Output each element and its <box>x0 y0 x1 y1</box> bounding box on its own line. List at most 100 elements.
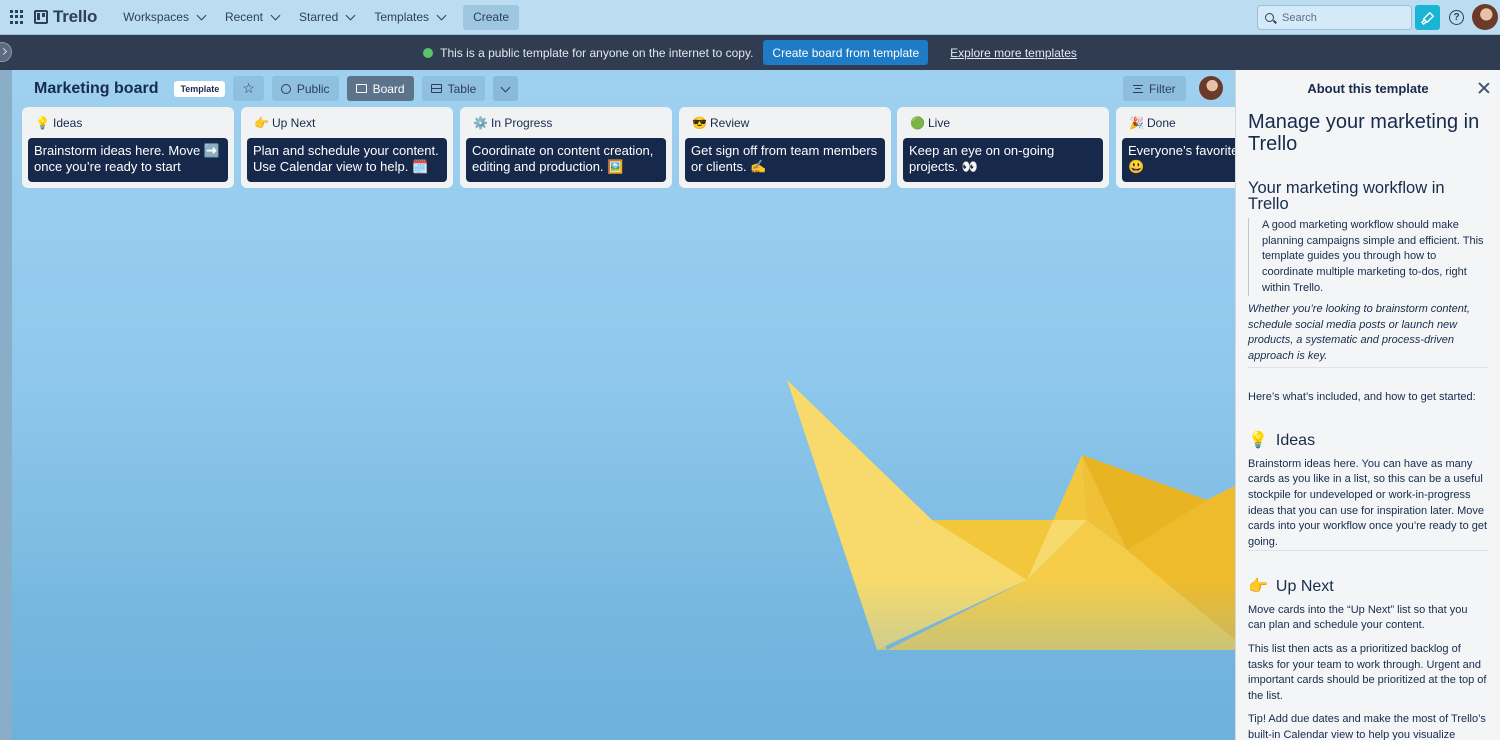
green-circle-icon: 🟢 <box>910 116 925 130</box>
section-upnext-title: Up Next <box>1275 578 1334 596</box>
nav-starred[interactable]: Starred <box>289 4 364 30</box>
more-views-button[interactable] <box>493 76 519 101</box>
list-title[interactable]: In Progress <box>491 116 552 130</box>
panel-title: Manage your marketing in Trello <box>1248 111 1480 155</box>
chevron-down-icon <box>270 10 281 20</box>
section-ideas-title: Ideas <box>1275 432 1316 450</box>
list-title[interactable]: Done <box>1147 116 1176 130</box>
list-header: ⚙️ In Progress <box>466 113 666 133</box>
about-template-panel: About this template Manage your marketin… <box>1235 70 1500 740</box>
search-input[interactable]: Search <box>1257 5 1412 30</box>
list-title[interactable]: Review <box>710 116 749 130</box>
filter-icon <box>1133 84 1143 93</box>
help-icon[interactable]: ? <box>1449 10 1464 25</box>
party-popper-icon: 🎉 <box>1129 116 1144 130</box>
view-table-label: Table <box>447 81 477 96</box>
logo-text: Trello <box>53 7 98 26</box>
globe-icon <box>280 83 291 94</box>
panel-body: Manage your marketing in Trello Your mar… <box>1236 111 1500 740</box>
list-review[interactable]: 😎 Review Get sign off from team members o… <box>679 107 891 188</box>
list-header: 😎 Review <box>685 113 885 133</box>
megaphone-icon <box>1420 11 1434 25</box>
panel-header: About this template <box>1236 70 1500 107</box>
card[interactable]: Plan and schedule your content. Use Cale… <box>247 138 447 182</box>
create-from-template-button[interactable]: Create board from template <box>763 40 929 65</box>
panel-intro: Here’s what’s included, and how to get s… <box>1248 390 1476 403</box>
list-done[interactable]: 🎉 Done Everyone’s favorite 😃 <box>1116 107 1252 188</box>
template-banner: This is a public template for anyone on … <box>0 35 1500 70</box>
sunglasses-icon: 😎 <box>692 116 707 130</box>
list-header: 💡 Ideas <box>28 113 228 133</box>
filter-button[interactable]: Filter <box>1123 76 1186 101</box>
list-up-next[interactable]: 👉 Up Next Plan and schedule your content.… <box>241 107 453 188</box>
list-ideas[interactable]: 💡 Ideas Brainstorm ideas here. Move ➡️ on… <box>22 107 234 188</box>
filter-label: Filter <box>1149 81 1176 96</box>
search-icon <box>1265 13 1274 22</box>
list-title[interactable]: Ideas <box>53 116 82 130</box>
pointing-hand-icon: 👉 <box>1248 578 1268 596</box>
chevron-down-icon <box>345 10 356 20</box>
search-placeholder: Search <box>1282 11 1317 24</box>
list-header: 🟢 Live <box>903 113 1103 133</box>
trello-logo-icon <box>34 10 48 24</box>
list-header: 👉 Up Next <box>247 113 447 133</box>
board-icon <box>355 84 367 93</box>
card[interactable]: Get sign off from team members or client… <box>685 138 885 182</box>
panel-quote: A good marketing workflow should make pl… <box>1248 218 1488 297</box>
section-upnext-heading: 👉 Up Next <box>1248 579 1488 595</box>
list-in-progress[interactable]: ⚙️ In Progress Coordinate on content crea… <box>460 107 672 188</box>
view-board-label: Board <box>372 81 405 96</box>
section-upnext-text: Move cards into the “Up Next” list so th… <box>1248 603 1468 632</box>
avatar[interactable] <box>1472 4 1498 30</box>
panel-subtitle: Your marketing workflow in Trello <box>1248 179 1445 213</box>
gear-icon: ⚙️ <box>473 116 488 130</box>
lightbulb-icon: 💡 <box>1248 432 1268 450</box>
nav-workspaces-label: Workspaces <box>123 10 189 24</box>
nav-templates-label: Templates <box>374 10 430 24</box>
section-ideas-text: Brainstorm ideas here. You can have as m… <box>1248 457 1488 552</box>
section-ideas-heading: 💡 Ideas <box>1248 433 1488 449</box>
paper-boat-image <box>787 380 1235 650</box>
panel-italic-text: Whether you’re looking to brainstorm con… <box>1248 302 1488 368</box>
nav-templates[interactable]: Templates <box>364 4 455 30</box>
visibility-button[interactable]: Public <box>271 76 339 101</box>
list-header: 🎉 Done <box>1122 113 1229 133</box>
member-avatar[interactable] <box>1199 76 1223 100</box>
notifications-button[interactable] <box>1415 5 1440 30</box>
card[interactable]: Keep an eye on on-going projects. 👀 <box>903 138 1103 182</box>
card[interactable]: Everyone’s favorite 😃 <box>1122 138 1252 182</box>
close-icon[interactable] <box>1478 82 1490 94</box>
explore-templates-link[interactable]: Explore more templates <box>950 46 1077 60</box>
trello-logo[interactable]: Trello <box>34 7 97 27</box>
card[interactable]: Brainstorm ideas here. Move ➡️ once you’… <box>28 138 228 182</box>
pointing-hand-icon: 👉 <box>254 116 269 130</box>
nav-workspaces[interactable]: Workspaces <box>113 4 215 30</box>
nav-starred-label: Starred <box>299 10 339 24</box>
template-badge: Template <box>174 80 226 97</box>
banner-text: This is a public template for anyone on … <box>440 45 754 60</box>
list-title[interactable]: Up Next <box>272 116 315 130</box>
chevron-down-icon <box>436 10 447 20</box>
list-title[interactable]: Live <box>928 116 950 130</box>
globe-icon <box>423 47 434 58</box>
card[interactable]: Coordinate on content creation, editing … <box>466 138 666 182</box>
create-button[interactable]: Create <box>463 4 520 30</box>
view-board-tab[interactable]: Board <box>346 76 414 101</box>
chevron-down-icon <box>196 10 207 20</box>
lightbulb-icon: 💡 <box>35 116 50 130</box>
section-upnext-text: This list then acts as a prioritized bac… <box>1248 643 1487 702</box>
sidebar-strip <box>0 35 12 740</box>
board-header: Marketing board Template ☆ Public Board … <box>12 70 1235 107</box>
star-button[interactable]: ☆ <box>233 76 264 101</box>
nav-recent-label: Recent <box>224 10 263 24</box>
table-icon <box>430 84 442 93</box>
star-icon: ☆ <box>242 80 255 96</box>
nav-recent[interactable]: Recent <box>215 4 289 30</box>
board-title[interactable]: Marketing board <box>34 80 158 98</box>
view-table-tab[interactable]: Table <box>421 76 486 101</box>
chevron-down-icon <box>500 82 511 92</box>
list-live[interactable]: 🟢 Live Keep an eye on on-going projects. … <box>897 107 1109 188</box>
app-switcher-icon[interactable] <box>10 10 24 24</box>
panel-header-title: About this template <box>1307 81 1429 96</box>
visibility-label: Public <box>296 81 330 96</box>
